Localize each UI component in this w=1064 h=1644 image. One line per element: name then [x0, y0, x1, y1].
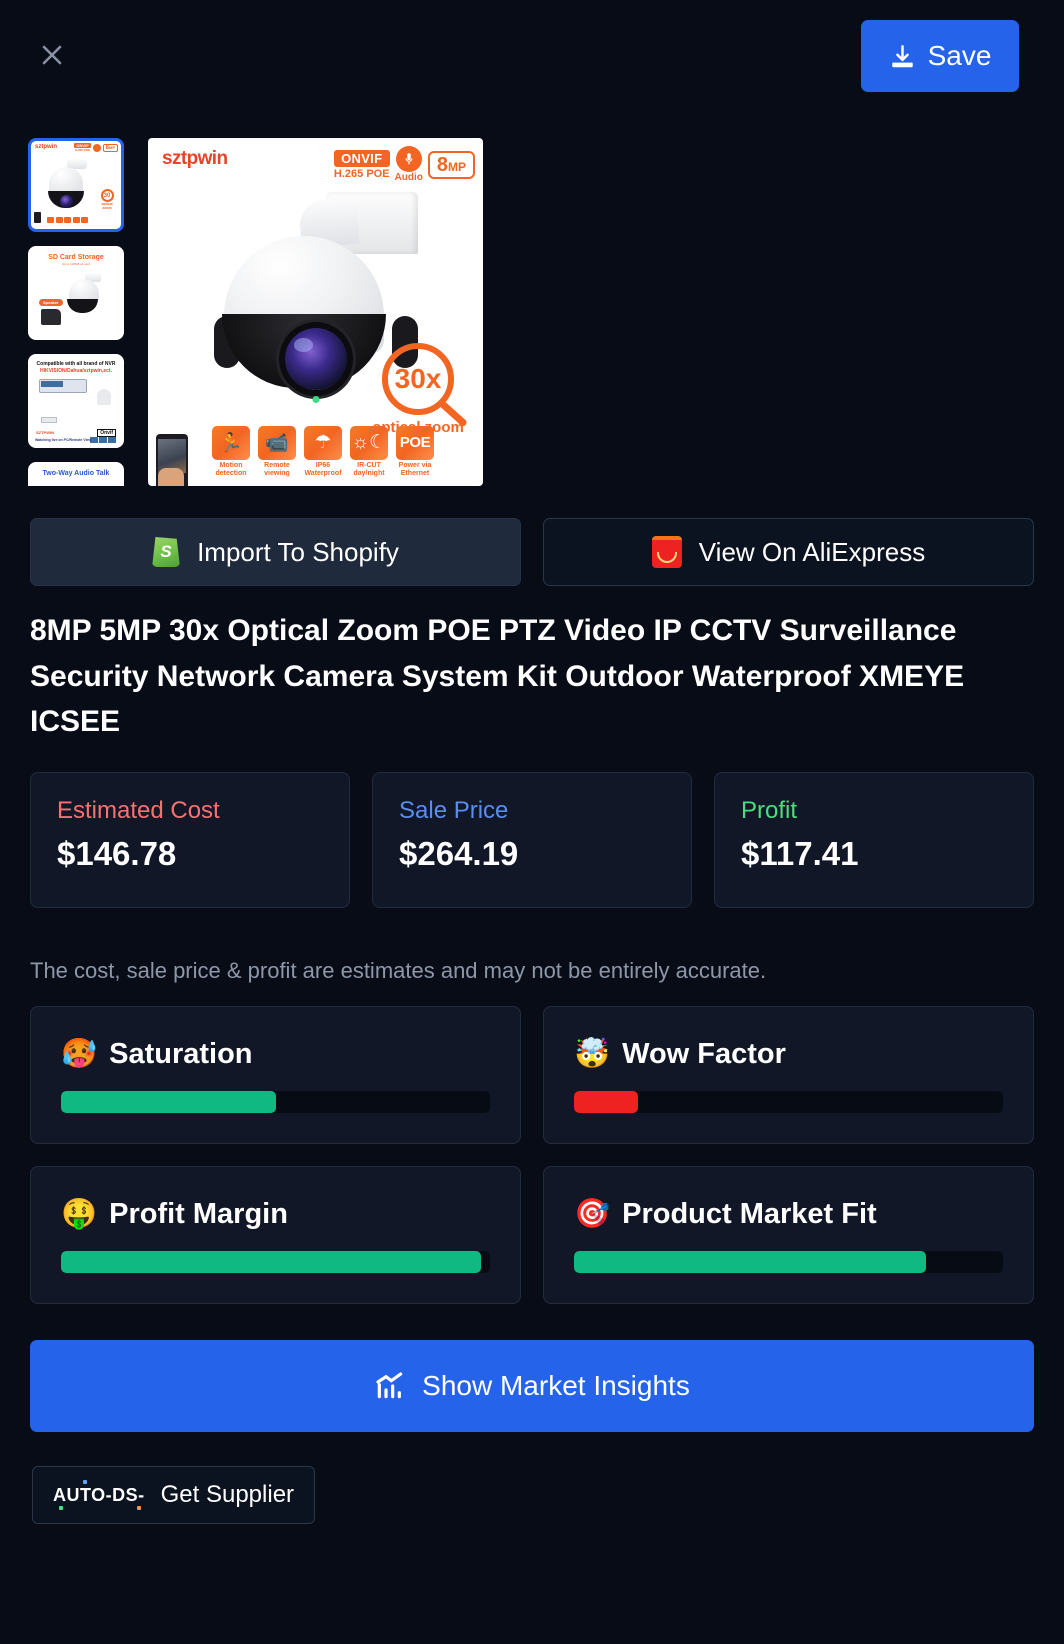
estimated-cost-value: $146.78: [57, 835, 177, 872]
get-supplier-label: Get Supplier: [160, 1481, 295, 1508]
metric-card-wow-factor: 🤯 Wow Factor: [543, 1006, 1034, 1144]
feature-remote-viewing: 📹 Remote viewing: [258, 425, 296, 478]
metric-card-profit-margin: 🤑 Profit Margin: [30, 1166, 521, 1304]
waterproof-icon: ☂: [304, 425, 342, 460]
feature-label: IR-CUT day/night: [353, 461, 385, 477]
saturation-progress-track: [61, 1090, 490, 1113]
estimated-cost-card: Estimated Cost $146.78: [30, 772, 350, 908]
feature-poe: POE Power via Ethernet: [396, 425, 434, 478]
image-brand-text: sztpwin: [162, 148, 228, 169]
wow-factor-progress-fill: [574, 1090, 639, 1113]
panel-header: Save: [0, 0, 1064, 120]
metric-header: 🤯 Wow Factor: [574, 1038, 1003, 1071]
camera-lens: [284, 328, 347, 390]
metric-label: Profit Margin: [109, 1197, 288, 1230]
audio-label: Audio: [394, 172, 423, 183]
metric-label: Wow Factor: [622, 1037, 786, 1070]
audio-badge: Audio: [395, 146, 423, 183]
import-to-shopify-button[interactable]: S Import To Shopify: [30, 518, 521, 586]
metric-label: Product Market Fit: [622, 1197, 877, 1230]
profit-margin-progress-track: [61, 1250, 490, 1273]
profit-value: $117.41: [741, 835, 859, 872]
sale-price-value: $264.19: [399, 835, 519, 872]
metric-label: Saturation: [109, 1037, 253, 1070]
chart-trend-icon: [376, 1372, 403, 1399]
save-button-label: Save: [927, 40, 992, 71]
exploding-head-emoji: 🤯: [574, 1037, 611, 1070]
feature-motion-detection: 🏃 Motion detection: [212, 425, 250, 478]
action-button-row: S Import To Shopify View On AliExpress: [30, 518, 1034, 586]
h265-poe-label: H.265 POE: [333, 167, 390, 180]
estimates-disclaimer: The cost, sale price & profit are estima…: [30, 958, 767, 983]
metric-header: 🥵 Saturation: [61, 1038, 490, 1071]
metric-card-product-market-fit: 🎯 Product Market Fit: [543, 1166, 1034, 1304]
price-summary-row: Estimated Cost $146.78 Sale Price $264.1…: [30, 772, 1034, 908]
feature-ir-cut: ☼☾ IR-CUT day/night: [350, 425, 388, 478]
feature-icon-row: 🏃 Motion detection 📹 Remote viewing ☂ IP…: [212, 425, 434, 478]
metric-header: 🎯 Product Market Fit: [574, 1198, 1003, 1231]
aliexpress-bag-icon: [651, 536, 682, 568]
autods-logo-text: AUTO-DS-: [52, 1484, 145, 1505]
sale-price-label: Sale Price: [399, 797, 509, 824]
feature-label: IP66 Waterproof: [304, 461, 342, 477]
camera-indicator-led: [312, 396, 319, 403]
dart-target-emoji: 🎯: [574, 1197, 611, 1230]
ir-cut-icon: ☼☾: [350, 425, 388, 460]
autods-logo: AUTO-DS-: [52, 1479, 145, 1510]
megapixel-badge: 8MP: [427, 150, 475, 179]
estimated-cost-label: Estimated Cost: [57, 797, 220, 824]
metric-card-grid: 🥵 Saturation 🤯 Wow Factor 🤑 Profit Margi…: [30, 1006, 1034, 1304]
show-market-insights-label: Show Market Insights: [422, 1370, 690, 1401]
poe-icon: POE: [396, 425, 434, 460]
remote-viewing-icon: 📹: [258, 425, 296, 460]
saturation-progress-fill: [61, 1090, 276, 1113]
main-product-image[interactable]: sztpwin ONVIF H.265 POE Audio 8MP 30x zo…: [148, 138, 483, 486]
feature-label: Remote viewing: [264, 461, 290, 477]
close-icon: [42, 45, 62, 65]
metric-header: 🤑 Profit Margin: [61, 1198, 490, 1231]
thumbnail-1[interactable]: sztpwin ONVIF H.265 POE 8MP 30 optical zo…: [28, 138, 124, 232]
product-title: 8MP 5MP 30x Optical Zoom POE PTZ Video I…: [30, 614, 965, 739]
view-on-aliexpress-button[interactable]: View On AliExpress: [543, 518, 1034, 586]
microphone-icon: [395, 146, 422, 172]
onvif-label: ONVIF: [333, 149, 390, 167]
hot-face-emoji: 🥵: [61, 1037, 98, 1070]
profit-label: Profit: [741, 797, 798, 824]
sale-price-card: Sale Price $264.19: [372, 772, 692, 908]
motion-detection-icon: 🏃: [212, 425, 250, 460]
thumbnail-strip[interactable]: sztpwin ONVIF H.265 POE 8MP 30 optical zo…: [28, 138, 126, 486]
onvif-badge: ONVIF H.265 POE: [333, 149, 390, 180]
hand-illustration: [158, 468, 184, 486]
shopify-bag-icon: S: [152, 537, 181, 567]
thumbnail-3[interactable]: Compatible with all brand of NVR HIKVISI…: [28, 354, 124, 448]
optical-zoom-badge: 30x optical zoom: [363, 343, 473, 436]
metric-card-saturation: 🥵 Saturation: [30, 1006, 521, 1144]
close-button[interactable]: [30, 33, 74, 77]
profit-card: Profit $117.41: [714, 772, 1034, 908]
megapixel-unit: MP: [448, 159, 466, 174]
magnifier-icon: 30x: [382, 343, 454, 415]
megapixel-value: 8: [436, 153, 448, 176]
product-research-panel: Save sztpwin ONVIF H.265 POE 8MP 30 optic…: [0, 0, 1064, 1644]
product-gallery: sztpwin ONVIF H.265 POE 8MP 30 optical zo…: [28, 138, 1036, 486]
show-market-insights-button[interactable]: Show Market Insights: [30, 1340, 1034, 1432]
thumbnail-2[interactable]: SD Card Storage Up to 128GB sd card Spea…: [28, 246, 124, 340]
image-badges: ONVIF H.265 POE Audio 8MP: [333, 146, 475, 183]
thumbnail-4[interactable]: Two-Way Audio Talk: [28, 462, 124, 486]
wow-factor-progress-track: [574, 1090, 1003, 1113]
feature-waterproof: ☂ IP66 Waterproof: [304, 425, 342, 478]
download-icon: [891, 44, 913, 67]
product-market-fit-progress-fill: [574, 1250, 926, 1273]
zoom-value: 30x: [394, 363, 442, 394]
import-to-shopify-label: Import To Shopify: [197, 536, 399, 567]
phone-app-mockup: [156, 434, 188, 486]
feature-label: Power via Ethernet: [398, 461, 432, 477]
view-on-aliexpress-label: View On AliExpress: [698, 536, 926, 567]
get-supplier-button[interactable]: AUTO-DS- Get Supplier: [32, 1466, 315, 1524]
product-market-fit-progress-track: [574, 1250, 1003, 1273]
money-face-emoji: 🤑: [61, 1197, 98, 1230]
profit-margin-progress-fill: [61, 1250, 482, 1273]
feature-label: Motion detection: [215, 461, 247, 477]
save-button[interactable]: Save: [861, 20, 1019, 92]
